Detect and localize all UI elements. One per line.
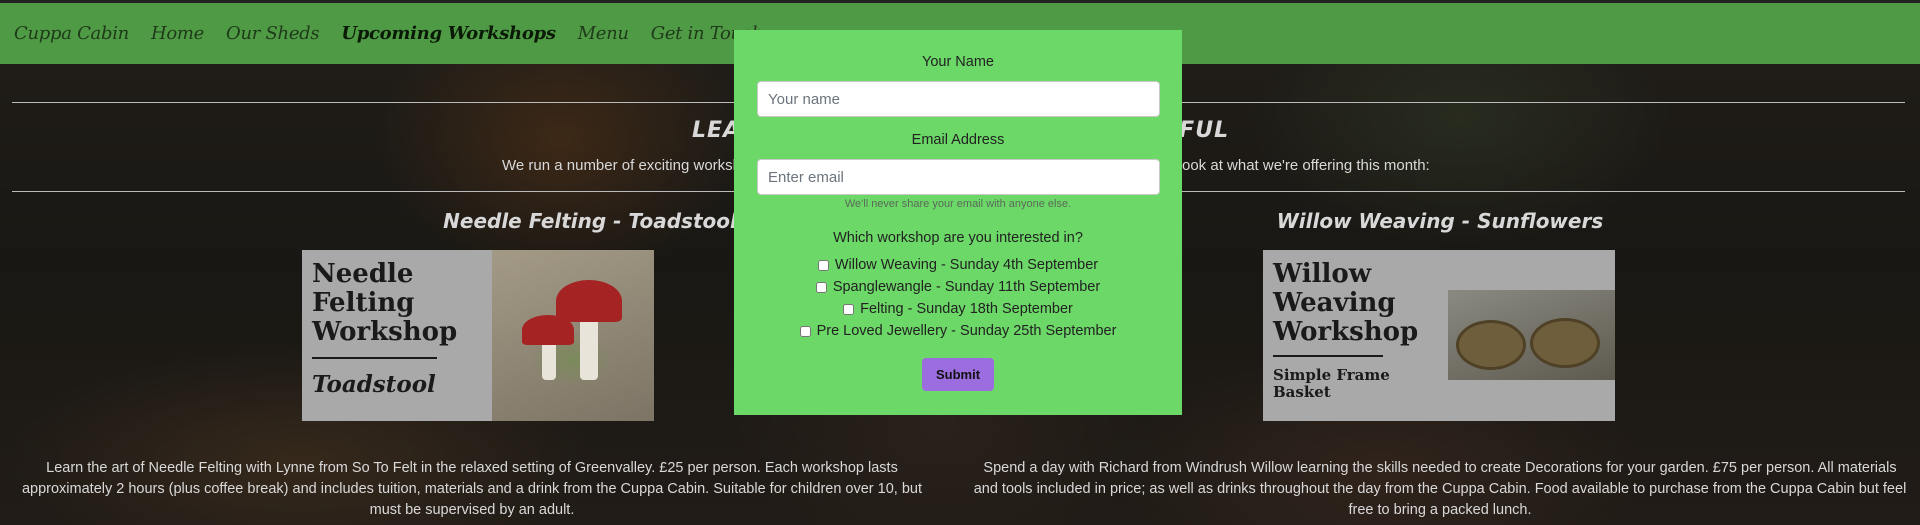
workshop-option-label: Pre Loved Jewellery - Sunday 25th Septem…	[816, 323, 1117, 339]
toadstool-photo	[492, 250, 654, 421]
workshop-image-caption: Needle Felting Workshop Toadstool	[302, 250, 492, 421]
submit-button[interactable]: Submit	[922, 358, 994, 391]
nav-brand[interactable]: Cuppa Cabin	[14, 23, 129, 44]
workshop-option[interactable]: Pre Loved Jewellery - Sunday 25th Septem…	[734, 323, 1182, 339]
basket-photo	[1448, 290, 1615, 380]
nav-item-our-sheds[interactable]: Our Sheds	[226, 23, 320, 44]
email-label: Email Address	[911, 132, 1005, 148]
nav-item-home[interactable]: Home	[151, 23, 204, 44]
name-label: Your Name	[921, 54, 994, 70]
workshop-option[interactable]: Felting - Sunday 18th September	[734, 301, 1182, 317]
workshop-option[interactable]: Spanglewangle - Sunday 11th September	[734, 279, 1182, 295]
image-divider	[312, 357, 437, 359]
workshop-image-willow: Willow Weaving Workshop Simple Frame Bas…	[1263, 250, 1615, 421]
intro-text-left: We run a number of exciting worksho	[502, 157, 750, 174]
name-input[interactable]	[757, 81, 1160, 117]
workshop-image-felting: Needle Felting Workshop Toadstool	[302, 250, 654, 421]
image-line: Felting	[312, 288, 415, 318]
toadstool-cap	[556, 280, 622, 322]
workshop-question: Which workshop are you interested in?	[833, 230, 1083, 246]
image-line: Weaving	[1273, 288, 1396, 318]
workshop-image-caption: Willow Weaving Workshop Simple Frame Bas…	[1263, 250, 1448, 421]
basket	[1530, 318, 1600, 368]
image-sub: Toadstool	[312, 371, 436, 398]
nav-item-upcoming-workshops[interactable]: Upcoming Workshops	[341, 23, 556, 44]
email-help-text: We'll never share your email with anyone…	[844, 198, 1072, 210]
workshop-checkbox[interactable]	[799, 325, 811, 337]
workshop-option[interactable]: Willow Weaving - Sunday 4th September	[734, 257, 1182, 273]
workshop-option-label: Willow Weaving - Sunday 4th September	[834, 257, 1099, 273]
workshop-checkbox[interactable]	[843, 303, 855, 315]
nav-item-menu[interactable]: Menu	[578, 23, 629, 44]
workshop-checkbox[interactable]	[815, 281, 827, 293]
workshop-title-willow: Willow Weaving - Sunflowers	[1276, 209, 1604, 233]
workshop-checkbox[interactable]	[817, 259, 829, 271]
basket	[1456, 320, 1526, 370]
workshop-description-felting: Learn the art of Needle Felting with Lyn…	[21, 460, 923, 518]
image-divider	[1273, 355, 1383, 357]
workshop-option-label: Spanglewangle - Sunday 11th September	[832, 279, 1101, 295]
image-line: Workshop	[1273, 317, 1419, 347]
image-line: Workshop	[312, 317, 458, 347]
email-input[interactable]	[757, 159, 1160, 195]
workshop-option-label: Felting - Sunday 18th September	[860, 301, 1073, 317]
image-line: Needle	[312, 259, 414, 289]
workshop-description-willow: Spend a day with Richard from Windrush W…	[973, 460, 1907, 518]
workshop-signup-modal: Your Name Email Address We'll never shar…	[734, 30, 1182, 415]
image-line: Willow	[1273, 259, 1372, 289]
intro-text-right: ook at what we're offering this month:	[1182, 157, 1430, 174]
image-sub: Simple Frame Basket	[1273, 366, 1390, 401]
